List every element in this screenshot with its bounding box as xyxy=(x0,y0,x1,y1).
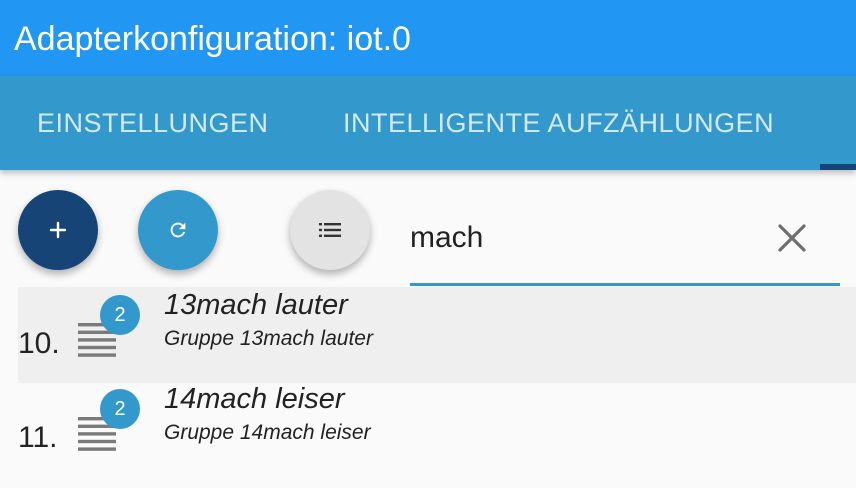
refresh-icon xyxy=(170,222,186,238)
item-name: 13mach lauter xyxy=(164,289,348,321)
refresh-button[interactable] xyxy=(138,190,218,270)
list-view-button[interactable] xyxy=(290,190,370,270)
list-item[interactable]: 11. 2 14mach leiser Gruppe 14mach leiser xyxy=(18,383,856,479)
item-index: 10. xyxy=(18,327,60,360)
item-index: 11. xyxy=(18,421,58,454)
close-icon xyxy=(778,224,806,252)
tab-intelligente-aufzaehlungen[interactable]: INTELLIGENTE AUFZÄHLUNGEN xyxy=(343,76,774,170)
page-title: Adapterkonfiguration: iot.0 xyxy=(14,20,411,58)
tab-einstellungen[interactable]: EINSTELLUNGEN xyxy=(37,76,269,170)
plus-icon xyxy=(49,221,67,239)
item-description: Gruppe 13mach lauter xyxy=(164,327,373,350)
active-tab-indicator xyxy=(820,164,856,170)
count-badge: 2 xyxy=(100,295,140,335)
tab-bar: EINSTELLUNGEN INTELLIGENTE AUFZÄHLUNGEN xyxy=(0,76,856,170)
clear-search-button[interactable] xyxy=(774,220,810,256)
app-title-bar: Adapterkonfiguration: iot.0 xyxy=(0,0,856,76)
list-icon xyxy=(319,223,341,237)
list-item[interactable]: 10. 2 13mach lauter Gruppe 13mach lauter xyxy=(18,287,856,383)
item-name: 14mach leiser xyxy=(164,383,345,415)
add-button[interactable] xyxy=(18,190,98,270)
search-field xyxy=(410,206,840,286)
search-input[interactable] xyxy=(410,216,760,260)
count-badge: 2 xyxy=(100,389,140,429)
item-description: Gruppe 14mach leiser xyxy=(164,421,371,444)
